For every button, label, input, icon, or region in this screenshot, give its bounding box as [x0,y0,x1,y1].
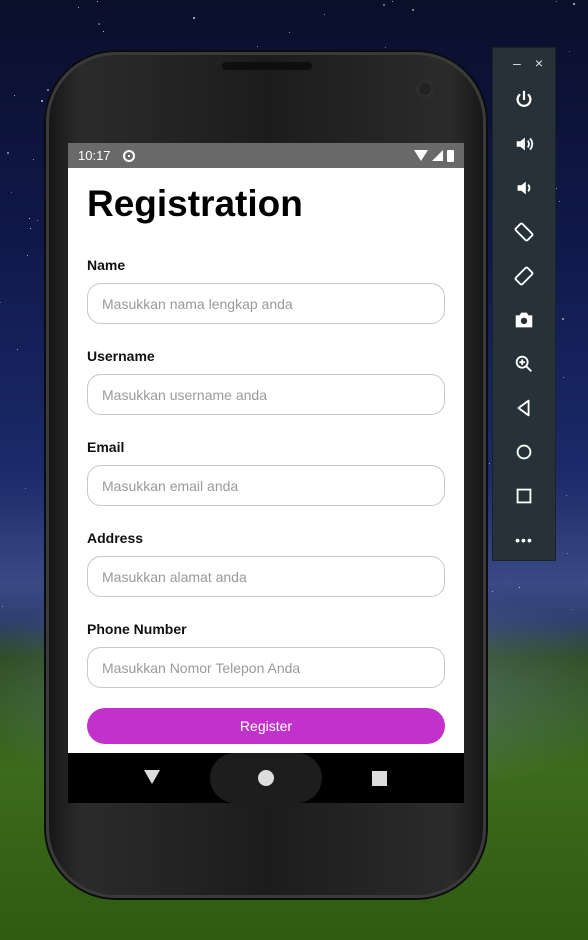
username-label: Username [87,348,155,364]
email-label: Email [87,439,125,455]
star [573,3,575,5]
toolbar-window-controls: – × [493,48,555,78]
star [7,152,9,154]
star [383,4,385,6]
star [556,188,557,189]
star [97,1,98,2]
username-input[interactable] [87,374,445,415]
minimize-icon[interactable]: – [513,55,521,71]
star [486,110,487,111]
star [37,220,38,221]
star [567,553,568,554]
navigation-bar [68,753,464,803]
emulator-toolbar: – × ••• [492,47,556,561]
star [556,1,557,2]
star [559,201,560,202]
close-icon[interactable]: × [535,55,543,71]
star [0,302,1,303]
star [566,495,567,496]
phone-screen: 10:17 Registration Name Username Email A… [68,143,464,803]
email-input[interactable] [87,465,445,506]
star [2,606,3,607]
name-label: Name [87,257,126,273]
rotate-right-icon[interactable] [493,254,555,298]
star [392,1,393,2]
star [17,349,18,350]
rotate-left-icon[interactable] [493,210,555,254]
battery-icon [447,149,454,162]
status-bar: 10:17 [68,143,464,168]
wifi-icon [414,150,428,161]
username-field-group: Username [87,348,445,415]
star [412,9,414,11]
nav-home-icon[interactable] [258,770,274,786]
status-icons [414,149,454,162]
volume-up-icon[interactable] [493,122,555,166]
star [47,89,49,91]
star [41,100,43,102]
star [489,463,490,464]
phone-field-group: Phone Number [87,621,445,688]
star [193,17,195,19]
star [30,228,31,229]
star [98,23,100,25]
star [324,14,325,15]
phone-input[interactable] [87,647,445,688]
power-icon[interactable] [493,78,555,122]
star [78,7,79,8]
volume-down-icon[interactable] [493,166,555,210]
back-icon[interactable] [493,386,555,430]
star [492,591,493,592]
email-field-group: Email [87,439,445,506]
star [569,51,570,52]
star [14,95,15,96]
star [519,587,520,588]
overview-icon[interactable] [493,474,555,518]
more-icon[interactable]: ••• [493,518,555,562]
phone-speaker [222,62,312,70]
star [33,159,34,160]
nav-back-icon[interactable] [144,770,160,784]
star [385,47,386,48]
register-button[interactable]: Register [87,708,445,744]
address-label: Address [87,530,144,546]
star [257,46,258,47]
star [572,609,573,610]
home-icon[interactable] [493,430,555,474]
star [27,255,28,256]
signal-icon [432,150,443,161]
do-not-disturb-icon [122,149,135,162]
status-time: 10:17 [78,148,111,163]
address-input[interactable] [87,556,445,597]
zoom-icon[interactable] [493,342,555,386]
star [103,31,104,32]
page-title: Registration [87,183,303,224]
star [289,32,290,33]
star [29,218,30,219]
name-input[interactable] [87,283,445,324]
star [25,488,26,489]
nav-recents-icon[interactable] [372,771,387,786]
name-field-group: Name [87,257,445,324]
star [562,318,564,320]
phone-camera [416,80,434,98]
address-field-group: Address [87,530,445,597]
star [563,377,564,378]
star [11,192,12,193]
phone-label: Phone Number [87,621,187,637]
camera-icon[interactable] [493,298,555,342]
registration-form: Registration Name Username Email Address… [87,168,445,744]
